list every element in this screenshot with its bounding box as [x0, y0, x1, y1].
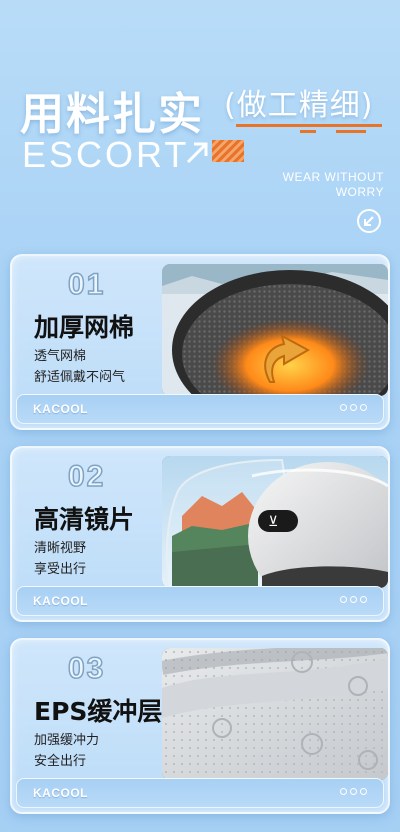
accent-line: [236, 124, 382, 127]
dots-indicator: [340, 788, 367, 795]
feature-card-lens: 02 高清镜片 清晰视野 享受出行 ⊻ KACOOL: [10, 446, 390, 622]
dot-icon: [350, 596, 357, 603]
mesh-padding-image: [162, 264, 388, 396]
dots-indicator: [340, 596, 367, 603]
visor-lens-image: ⊻: [162, 456, 388, 588]
card-footer-bar: KACOOL: [16, 586, 384, 616]
dot-icon: [340, 788, 347, 795]
card-number: 02: [67, 459, 106, 494]
subheadline: (做工精细): [224, 88, 374, 123]
accent-line-dash: [300, 130, 316, 133]
card-title: 高清镜片: [34, 505, 135, 534]
card-title: EPS缓冲层: [34, 697, 163, 726]
striped-accent-block: [212, 140, 244, 162]
eps-foam-image: [162, 648, 388, 780]
card-number: 01: [67, 267, 106, 302]
brand-label: KACOOL: [33, 594, 88, 608]
svg-text:⊻: ⊻: [268, 514, 278, 530]
accent-line-dash: [336, 130, 366, 133]
feature-card-eps: 03 EPS缓冲层 加强缓冲力 安全出行 KACOOL: [10, 638, 390, 814]
arrow-down-left-icon: [357, 209, 381, 233]
brand-label: KACOOL: [33, 402, 88, 416]
dot-icon: [360, 404, 367, 411]
dot-icon: [360, 596, 367, 603]
card-number: 03: [67, 651, 106, 686]
card-footer-bar: KACOOL: [16, 394, 384, 424]
escort-label: ESCORT: [22, 134, 190, 175]
dot-icon: [350, 404, 357, 411]
card-title: 加厚网棉: [34, 313, 135, 342]
dot-icon: [350, 788, 357, 795]
card-description: 清晰视野 享受出行: [34, 541, 87, 577]
dot-icon: [340, 596, 347, 603]
card-footer-bar: KACOOL: [16, 778, 384, 808]
dot-icon: [360, 788, 367, 795]
headline: 用料扎实: [20, 89, 204, 140]
dot-icon: [340, 404, 347, 411]
card-description: 加强缓冲力 安全出行: [34, 733, 100, 769]
arrow-up-right-icon: [186, 142, 208, 164]
dots-indicator: [340, 404, 367, 411]
brand-label: KACOOL: [33, 786, 88, 800]
card-description: 透气网棉 舒适佩戴不闷气: [34, 349, 126, 385]
feature-card-mesh: 01 加厚网棉 透气网棉 舒适佩戴不闷气 KACOOL: [10, 254, 390, 430]
header: 用料扎实 (做工精细) ESCORT WEAR WITHOUT WORRY: [0, 0, 400, 250]
tagline: WEAR WITHOUT WORRY: [282, 170, 384, 199]
